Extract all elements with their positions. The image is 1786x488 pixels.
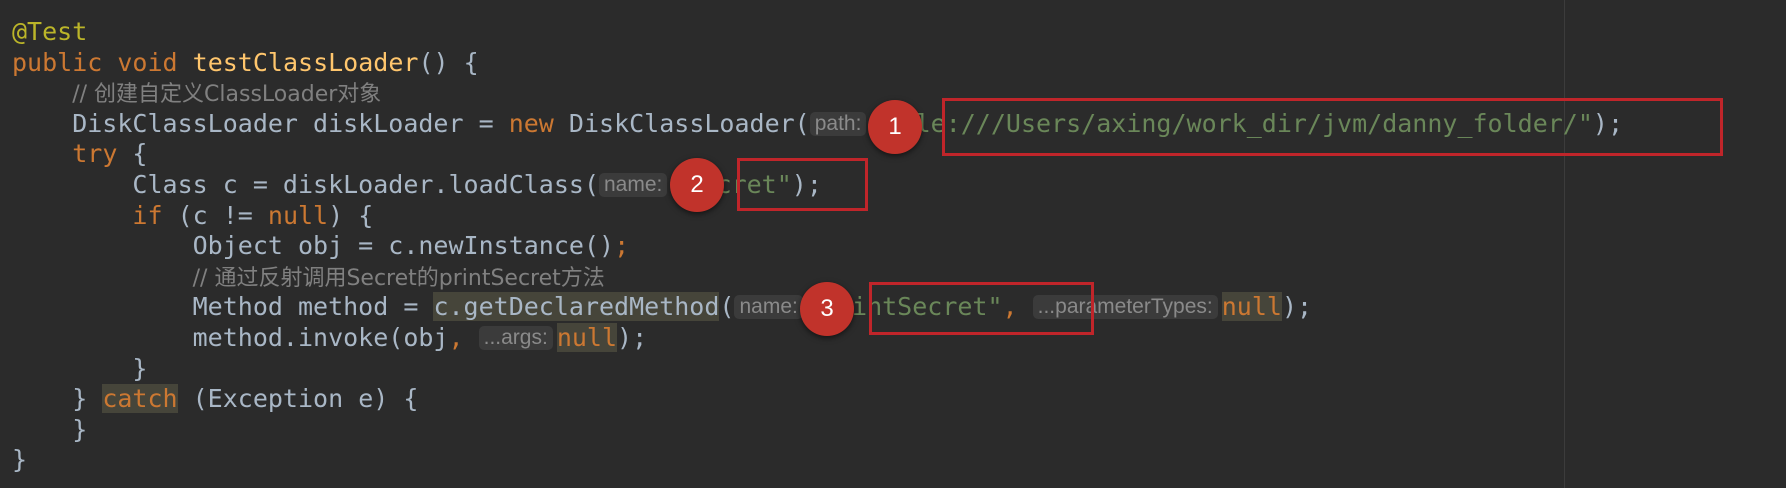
code-token: ); [617,322,648,352]
keyword-token: if [132,200,163,230]
code-area[interactable]: @Test public void testClassLoader() { // … [12,17,1623,476]
code-token: } [12,445,28,475]
code-token: ); [1281,292,1313,322]
parameter-hint: name: [734,295,803,320]
code-comment: // 通过反射调用Secret的printSecret方法 [192,265,605,291]
parameter-hint: path: [809,111,867,136]
code-token: DiskClassLoader diskLoader = [12,108,509,138]
code-token: } [12,414,88,444]
annotation-badge-3: 3 [800,282,854,336]
code-line[interactable]: Object obj = c.newInstance(); [12,231,1623,262]
highlight-box-3 [869,282,1094,335]
highlight-box-1 [942,98,1723,156]
parameter-hint: ...args: [478,325,553,350]
highlight-box-2 [737,158,868,211]
annotation-token: @Test [12,17,88,46]
annotation-badge-2: 2 [670,158,724,212]
keyword-token: new [508,108,554,138]
code-token: Class c = diskLoader.loadClass( [12,169,599,199]
parameter-hint: name: [599,172,668,197]
code-token: DiskClassLoader( [553,108,810,138]
keyword-token: catch [102,384,178,414]
code-line[interactable]: } catch (Exception e) { [12,384,1623,415]
code-token: } [12,384,103,414]
code-line[interactable]: } [12,354,1623,385]
keyword-token: public [12,47,103,77]
keyword-token: null [1221,292,1282,322]
code-line[interactable]: } [12,415,1623,446]
code-token: ) { [328,200,374,230]
code-token: () { [418,47,479,77]
code-line[interactable]: @Test [12,17,1623,48]
code-line[interactable]: } [12,445,1623,476]
code-token: method.invoke(obj [12,322,449,352]
keyword-token: try [72,139,118,169]
code-token: } [12,353,148,383]
code-editor[interactable]: @Test public void testClassLoader() { // … [0,0,1786,488]
annotation-badge-1: 1 [868,100,922,154]
keyword-token: , [448,322,479,352]
keyword-token: void [117,47,178,77]
code-token: ( [719,292,735,322]
code-token: (Exception e) { [177,384,419,414]
code-token: { [117,139,148,169]
code-token: c.getDeclaredMethod [433,292,720,322]
keyword-token: null [267,200,329,230]
method-name: testClassLoader [192,47,419,77]
code-token: Method method = [12,292,434,322]
code-token: (c != [162,200,268,230]
code-token: Object obj = c.newInstance() [12,231,615,261]
keyword-token: ; [614,231,630,261]
code-comment: // 创建自定义ClassLoader对象 [72,82,382,108]
code-line[interactable]: public void testClassLoader() { [12,48,1623,79]
keyword-token: null [556,322,618,352]
